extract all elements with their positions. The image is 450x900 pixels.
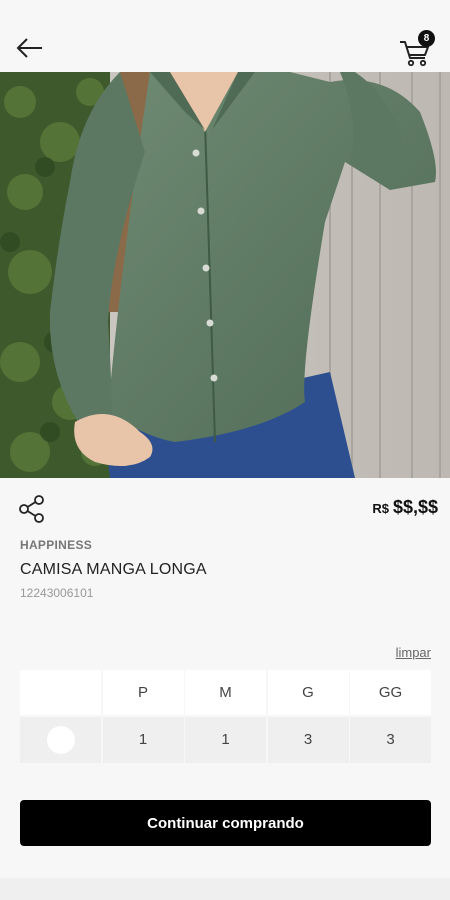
share-button[interactable]	[18, 494, 46, 524]
bottom-strip	[0, 878, 450, 900]
size-header-gg: GG	[350, 670, 431, 715]
size-header-m: M	[185, 670, 266, 715]
size-header-p: P	[102, 670, 184, 715]
product-image[interactable]	[0, 72, 450, 478]
top-bar: 8	[0, 0, 450, 70]
cart-count-badge: 8	[418, 30, 435, 47]
back-button[interactable]	[14, 34, 46, 62]
clear-selection-link[interactable]: limpar	[396, 645, 431, 660]
cart-button[interactable]: 8	[398, 30, 438, 68]
price-currency: R$	[372, 501, 389, 516]
product-sku: 12243006101	[20, 586, 94, 600]
color-swatch-cell[interactable]	[20, 716, 101, 763]
price-value: $$,$$	[392, 497, 438, 517]
quantity-cell-gg[interactable]: 3	[350, 716, 431, 763]
share-icon	[19, 495, 44, 523]
product-brand: HAPPINESS	[20, 538, 93, 552]
size-quantity-grid: P M G GG 1 1 3 3	[20, 670, 431, 763]
grid-corner-cell	[20, 670, 101, 715]
size-header-g: G	[267, 670, 349, 715]
quantity-cell-m[interactable]: 1	[185, 716, 266, 763]
quantity-cell-g[interactable]: 3	[267, 716, 349, 763]
quantity-cell-p[interactable]: 1	[102, 716, 184, 763]
product-name: CAMISA MANGA LONGA	[20, 561, 207, 578]
color-swatch[interactable]	[46, 725, 75, 754]
arrow-left-icon	[16, 38, 42, 58]
product-price: R$ $$,$$	[372, 497, 438, 518]
continue-shopping-button[interactable]: Continuar comprando	[20, 800, 431, 846]
